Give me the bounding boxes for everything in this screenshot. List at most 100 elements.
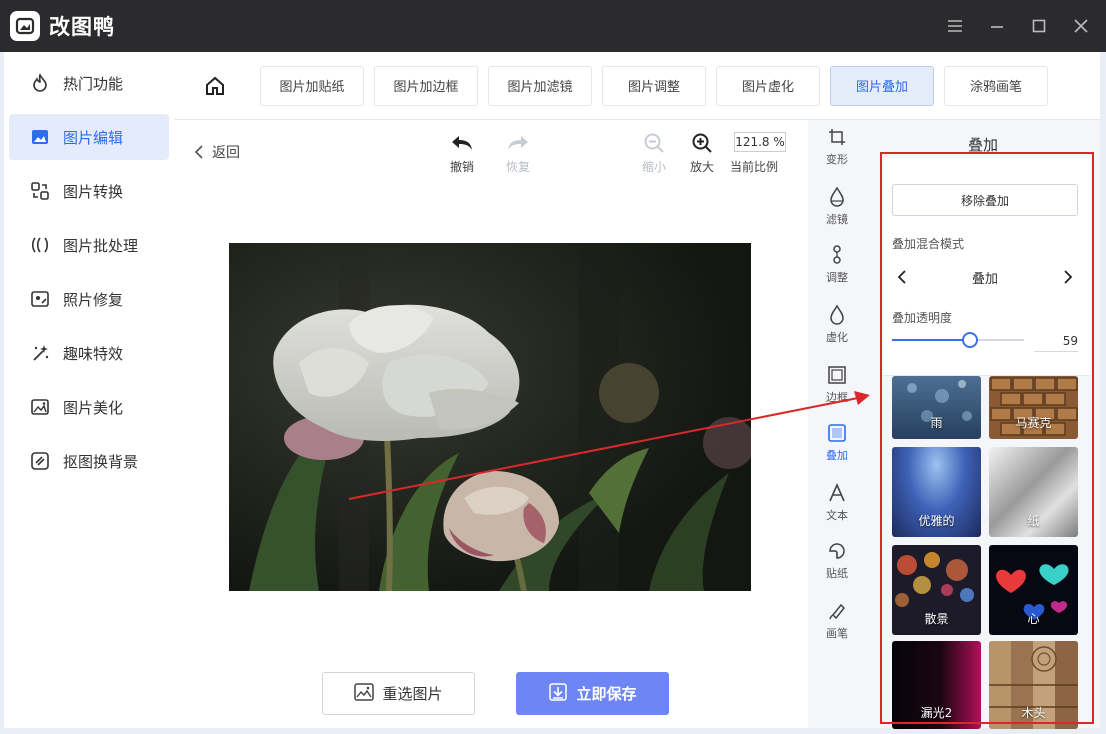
overlay-thumb-mosaic[interactable]: 马赛克 [989,376,1078,439]
sidebar-item-label: 趣味特效 [63,344,124,363]
tab-border[interactable]: 图片加边框 [374,65,478,106]
image-icon [354,682,375,705]
overlay-thumb-heart[interactable]: 心 [989,545,1078,635]
edited-photo[interactable] [229,243,751,591]
thumb-label: 纸 [1027,514,1040,528]
sidebar-item-repair[interactable]: 照片修复 [9,276,169,322]
vtool-blur[interactable]: 虚化 [808,304,866,345]
vtool-transform[interactable]: 变形 [808,126,866,167]
crop-icon [828,126,846,148]
thumb-label: 马赛克 [1015,416,1052,430]
sidebar-item-label: 照片修复 [63,290,124,309]
save-now-button[interactable]: 立即保存 [516,672,669,715]
chevron-right-icon[interactable] [1058,267,1078,287]
vtool-label: 滤镜 [826,213,848,226]
fire-icon [29,72,51,94]
chevron-left-icon[interactable] [892,267,912,287]
undo-label: 撤销 [449,160,474,174]
app-title: 改图鸭 [49,15,115,39]
adjust-icon [829,244,845,266]
opacity-slider[interactable] [892,332,1024,348]
vtool-text[interactable]: 文本 [808,482,866,523]
overlay-thumb-bokeh[interactable]: 散景 [892,545,981,635]
tab-sticker[interactable]: 图片加贴纸 [260,65,364,106]
tab-adjust[interactable]: 图片调整 [602,65,706,106]
thumb-label: 雨 [930,416,943,430]
vtool-overlay[interactable]: 叠加 [808,422,866,463]
zoom-out-icon [643,130,665,156]
overlay-thumb-light-leak[interactable]: 漏光2 [892,641,981,729]
reselect-image-button[interactable]: 重选图片 [322,672,475,715]
sidebar-item-batch[interactable]: 图片批处理 [9,222,169,268]
redo-label: 恢复 [505,160,530,174]
vtool-frame[interactable]: 边框 [808,364,866,405]
sidebar-item-convert[interactable]: 图片转换 [9,168,169,214]
redo-icon [506,130,530,156]
filter-drop-icon [829,186,845,208]
vtool-label: 调整 [826,271,848,284]
effects-icon [29,342,51,364]
vtool-label: 边框 [826,391,848,404]
tab-doodle[interactable]: 涂鸦画笔 [944,65,1048,106]
tab-overlay[interactable]: 图片叠加 [830,65,934,106]
home-icon[interactable] [194,65,236,107]
vtool-label: 文本 [826,509,848,522]
tab-blur[interactable]: 图片虚化 [716,65,820,106]
zoom-value[interactable]: 121.8 % [734,132,786,152]
sidebar-item-label: 抠图换背景 [63,452,139,471]
sidebar-item-image-edit[interactable]: 图片编辑 [9,114,169,160]
beautify-icon [29,396,51,418]
zoom-out-label: 缩小 [641,160,666,174]
maximize-icon[interactable] [1028,15,1050,37]
blend-mode-value: 叠加 [971,271,998,287]
minimize-icon[interactable] [986,15,1008,37]
sidebar-item-label: 图片批处理 [63,236,139,255]
vtool-adjust[interactable]: 调整 [808,244,866,285]
overlay-thumb-rain[interactable]: 雨 [892,376,981,439]
thumb-label: 优雅的 [918,514,955,528]
reselect-label: 重选图片 [382,685,443,703]
tab-filter[interactable]: 图片加滤镜 [488,65,592,106]
sidebar-item-effects[interactable]: 趣味特效 [9,330,169,376]
zoom-in-button[interactable]: 放大 [682,130,722,175]
thumb-label: 散景 [924,612,949,626]
download-icon [548,682,568,706]
redo-button[interactable]: 恢复 [498,130,538,175]
overlay-thumb-elegant[interactable]: 优雅的 [892,447,981,537]
vtool-brush[interactable]: 画笔 [808,600,866,641]
vtool-filter[interactable]: 滤镜 [808,186,866,227]
sidebar-item-cutout[interactable]: 抠图换背景 [9,438,169,484]
chevron-left-icon [194,145,203,159]
overlay-panel: 叠加 移除叠加 叠加混合模式 叠加 叠加透明度 59 雨 马赛克 优雅的 纸 散… [866,120,1100,729]
close-icon[interactable] [1070,15,1092,37]
sidebar-item-label: 图片转换 [63,182,124,201]
overlay-settings: 移除叠加 叠加混合模式 叠加 叠加透明度 59 [884,158,1091,376]
batch-icon [29,234,51,256]
tool-tabs: 图片加贴纸 图片加边框 图片加滤镜 图片调整 图片虚化 图片叠加 涂鸦画笔 [174,52,1100,120]
sidebar-item-hot[interactable]: 热门功能 [9,60,169,106]
title-bar: 改图鸭 [0,0,1106,52]
undo-button[interactable]: 撤销 [442,130,482,175]
zoom-out-button[interactable]: 缩小 [634,130,674,175]
overlay-thumb-wood[interactable]: 木头 [989,641,1078,729]
menu-icon[interactable] [944,15,966,37]
undo-icon [450,130,474,156]
thumb-label: 漏光2 [920,706,953,720]
panel-title: 叠加 [967,136,998,154]
canvas-area: 返回 撤销 恢复 缩小 放大 121.8 % 当前比例 重选图片 立即保存 [174,120,808,728]
thumb-label: 心 [1027,612,1040,626]
remove-overlay-button[interactable]: 移除叠加 [892,184,1078,216]
slider-handle[interactable] [962,332,978,348]
vtool-sticker[interactable]: 贴纸 [808,540,866,581]
sidebar-item-beautify[interactable]: 图片美化 [9,384,169,430]
cutout-icon [29,450,51,472]
peony-photo-image [229,243,751,591]
sidebar-item-label: 图片美化 [63,398,124,417]
overlay-thumb-paper[interactable]: 纸 [989,447,1078,537]
app-window: 改图鸭 热门功能 图片编辑 图片转换 图片批处理 照片修复 趣味特效 图片美化 … [0,0,1106,734]
repair-icon [29,288,51,310]
back-button[interactable]: 返回 [194,142,240,162]
sticker-icon [827,540,847,562]
opacity-value[interactable]: 59 [1034,334,1078,352]
thumb-label: 木头 [1021,706,1046,720]
